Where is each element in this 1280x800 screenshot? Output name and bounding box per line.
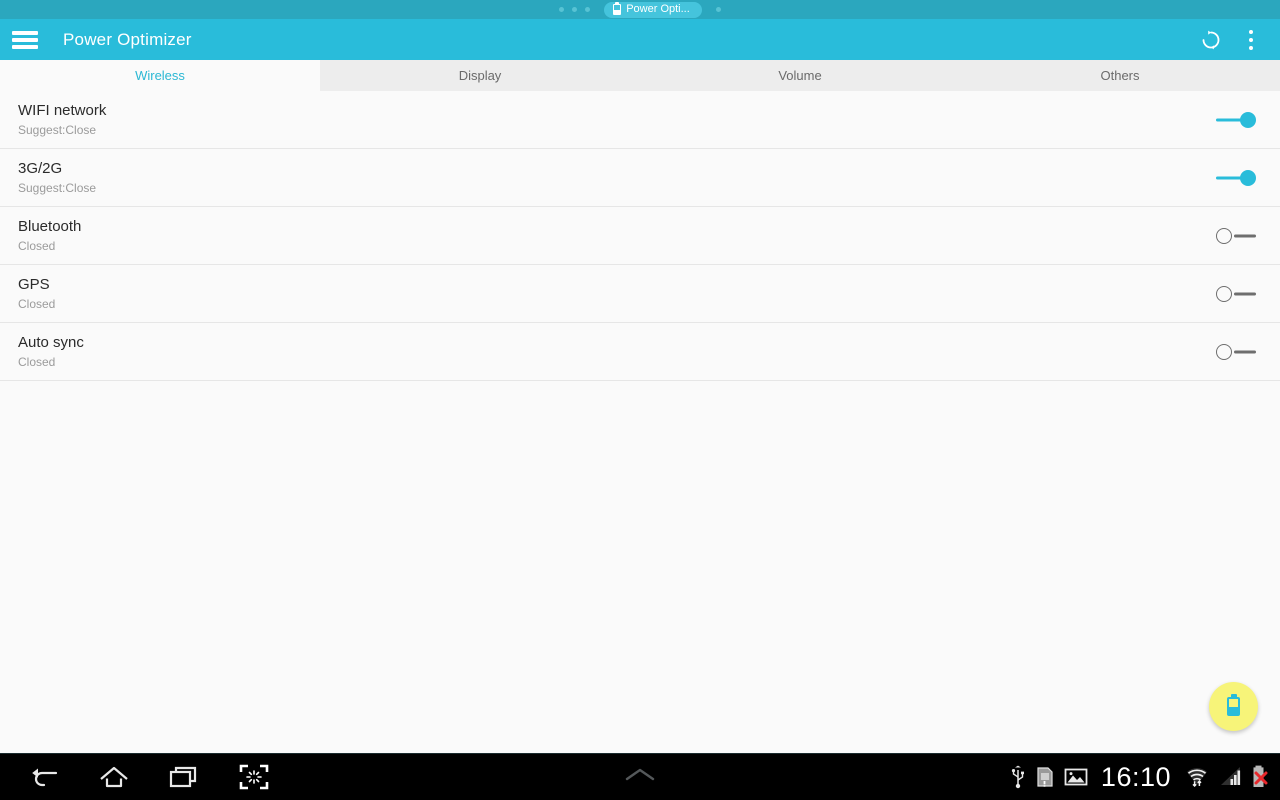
- list-item-subtitle: Suggest:Close: [18, 122, 97, 137]
- status-icons: 16:10: [1010, 763, 1268, 791]
- window-strip: Power Opti...: [0, 0, 1280, 19]
- cellular-signal-icon: [1219, 765, 1243, 789]
- list-item-texts: Bluetooth Closed: [18, 217, 82, 253]
- tab-display[interactable]: Display: [320, 60, 640, 91]
- toggle-bluetooth[interactable]: [1216, 227, 1256, 245]
- sim-card-alert-icon: [1035, 765, 1055, 789]
- recents-icon[interactable]: [162, 757, 206, 797]
- toggle-thumb: [1240, 169, 1256, 186]
- tab-others[interactable]: Others: [960, 60, 1280, 91]
- window-dot: [585, 7, 591, 12]
- home-icon[interactable]: [92, 757, 136, 797]
- list-item-texts: WIFI network Suggest:Close: [18, 101, 107, 137]
- toggle-wifi-network[interactable]: [1216, 111, 1256, 129]
- settings-list: WIFI network Suggest:Close 3G/2G Suggest…: [0, 91, 1280, 381]
- battery-error-icon: [1252, 765, 1268, 789]
- list-item-3g-2g[interactable]: 3G/2G Suggest:Close: [0, 149, 1280, 207]
- toggle-track: [1234, 292, 1256, 295]
- app-bar-actions: [1190, 19, 1280, 60]
- window-dot: [715, 7, 721, 12]
- list-item-title: WIFI network: [18, 101, 107, 119]
- list-item-subtitle: Closed: [18, 354, 56, 369]
- back-icon[interactable]: [22, 757, 66, 797]
- tab-label: Volume: [778, 68, 822, 83]
- toggle-thumb: [1240, 111, 1256, 128]
- toggle-thumb: [1216, 227, 1232, 244]
- list-item-title: GPS: [18, 275, 50, 293]
- toggle-3g-2g[interactable]: [1216, 169, 1256, 187]
- list-item-texts: GPS Closed: [18, 275, 56, 311]
- window-tab-label: Power Opti...: [626, 3, 690, 15]
- toggle-track: [1216, 118, 1242, 121]
- toggle-auto-sync[interactable]: [1216, 343, 1256, 361]
- window-tab-power-optimizer[interactable]: Power Opti...: [604, 1, 702, 18]
- list-item-texts: 3G/2G Suggest:Close: [18, 159, 97, 195]
- tab-bar: Wireless Display Volume Others: [0, 60, 1280, 91]
- toggle-gps[interactable]: [1216, 285, 1256, 303]
- window-dot: [559, 7, 565, 12]
- window-dot: [572, 7, 578, 12]
- list-item-subtitle: Closed: [18, 296, 56, 311]
- toggle-track: [1234, 234, 1256, 237]
- tab-label: Display: [458, 68, 502, 83]
- list-item-gps[interactable]: GPS Closed: [0, 265, 1280, 323]
- list-item-title: Auto sync: [18, 333, 84, 351]
- screenshot-icon[interactable]: [232, 757, 276, 797]
- tab-label: Wireless: [135, 68, 185, 83]
- app-bar: Power Optimizer: [0, 19, 1280, 60]
- list-item-subtitle: Suggest:Close: [18, 180, 97, 195]
- status-clock: 16:10: [1100, 762, 1171, 792]
- toggle-thumb: [1216, 343, 1232, 360]
- image-icon: [1064, 767, 1088, 787]
- toggle-thumb: [1216, 285, 1232, 302]
- toggle-track: [1216, 176, 1242, 179]
- list-item-subtitle: Closed: [18, 238, 56, 253]
- tab-label: Others: [1100, 68, 1140, 83]
- wifi-signal-icon: [1184, 765, 1210, 789]
- page-title: Power Optimizer: [63, 29, 192, 49]
- list-item-bluetooth[interactable]: Bluetooth Closed: [0, 207, 1280, 265]
- system-navigation-bar: 16:10: [0, 753, 1280, 800]
- battery-icon: [613, 1, 622, 15]
- overflow-menu-icon[interactable]: [1232, 19, 1270, 60]
- tab-volume[interactable]: Volume: [640, 60, 960, 91]
- tab-wireless[interactable]: Wireless: [0, 60, 320, 91]
- chevron-up-icon[interactable]: [620, 765, 660, 790]
- list-item-title: Bluetooth: [18, 217, 82, 235]
- refresh-icon[interactable]: [1190, 19, 1232, 60]
- hamburger-icon[interactable]: [12, 30, 38, 49]
- list-item-title: 3G/2G: [18, 159, 63, 177]
- list-item-texts: Auto sync Closed: [18, 333, 84, 369]
- battery-icon: [1227, 694, 1240, 716]
- list-item-wifi-network[interactable]: WIFI network Suggest:Close: [0, 91, 1280, 149]
- optimize-fab-button[interactable]: [1209, 682, 1258, 731]
- toggle-track: [1234, 350, 1256, 353]
- list-item-auto-sync[interactable]: Auto sync Closed: [0, 323, 1280, 381]
- usb-icon: [1010, 765, 1026, 789]
- nav-buttons: [22, 757, 276, 797]
